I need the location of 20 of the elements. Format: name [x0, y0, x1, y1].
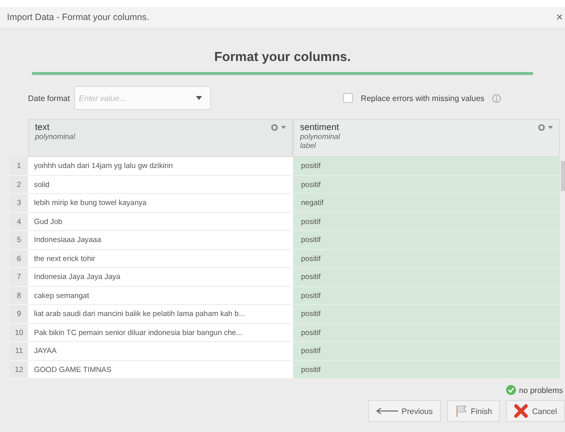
- cancel-button[interactable]: Cancel: [506, 400, 565, 422]
- page-heading: Format your columns.: [213, 49, 352, 64]
- replace-errors-checkbox[interactable]: [342, 93, 353, 103]
- gear-icon[interactable]: [271, 124, 286, 131]
- left-arrow-icon: [376, 408, 398, 414]
- flag-icon: [454, 405, 467, 417]
- status-text: no problems: [518, 386, 563, 394]
- cross-icon: [514, 404, 528, 418]
- gear-icon[interactable]: [538, 124, 553, 131]
- check-icon: [506, 385, 516, 395]
- replace-errors-label: Replace errors with missing values: [360, 94, 484, 102]
- window-title: Import Data - Format your columns.: [7, 12, 150, 22]
- dropdown-caret-icon: [196, 96, 202, 100]
- info-icon: [492, 94, 502, 102]
- finish-button[interactable]: Finish: [446, 400, 500, 422]
- date-format-label: Date format: [28, 94, 70, 102]
- close-button[interactable]: ×: [556, 10, 563, 24]
- column-name: sentiment: [300, 122, 340, 132]
- column-name: text: [35, 122, 50, 132]
- previous-button[interactable]: Previous: [368, 400, 441, 422]
